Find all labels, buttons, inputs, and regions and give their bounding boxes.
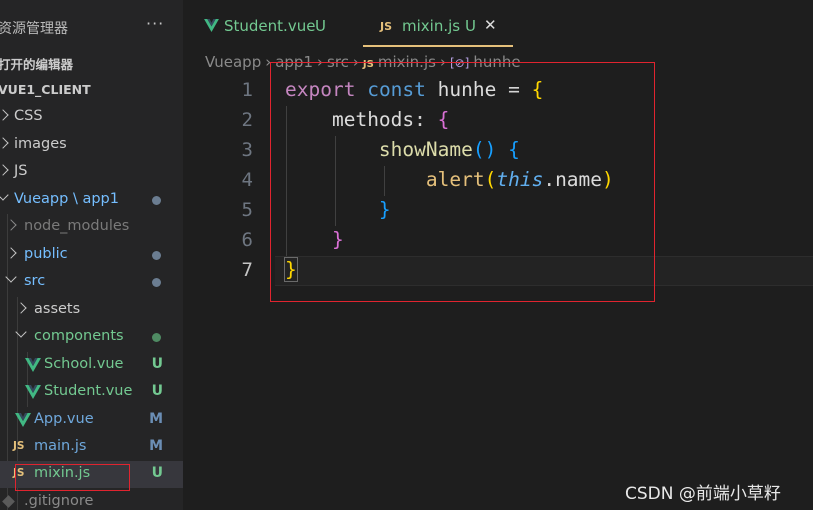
tree-item-label: components — [34, 328, 124, 344]
tab-mixin-js[interactable]: JS mixin.js U ✕ — [363, 0, 513, 48]
tree-item-components[interactable]: components — [0, 324, 183, 351]
tree-item-label: .gitignore — [24, 493, 94, 509]
tree-item-label: Student.vue — [44, 383, 133, 399]
active-tab-indicator — [363, 45, 513, 47]
tree-item-vueapp-app1[interactable]: Vueapp \ app1 — [0, 187, 183, 214]
line-number: 3 — [241, 139, 253, 161]
explorer-title: 资源管理器 — [0, 21, 68, 37]
project-section[interactable]: VUE1_CLIENT — [0, 76, 183, 103]
tree-item-label: main.js — [34, 438, 87, 454]
chevron-right-icon — [5, 219, 17, 231]
line-number: 2 — [241, 109, 253, 131]
tree-item-school-vue[interactable]: School.vue U — [0, 352, 183, 379]
watermark: CSDN @前端小草籽 — [625, 484, 781, 504]
tree-item-node-modules[interactable]: node_modules — [0, 214, 183, 241]
explorer-header: 资源管理器 ··· — [0, 14, 183, 38]
line-number: 4 — [241, 169, 253, 191]
tab-student-vue[interactable]: Student.vue U — [183, 0, 363, 48]
line-number: 5 — [241, 199, 253, 221]
tree-item-js[interactable]: JS — [0, 159, 183, 186]
line-number: 7 — [241, 259, 253, 281]
git-status-badge: U — [151, 383, 163, 399]
tab-git-badge: U — [315, 17, 326, 35]
chevron-right-icon — [15, 302, 27, 314]
chevron-right-icon — [5, 247, 17, 259]
tree-item-label: JS — [14, 163, 28, 179]
tree-item-label: public — [24, 246, 68, 262]
tree-item-assets[interactable]: assets — [0, 297, 183, 324]
tree-item-images[interactable]: images — [0, 132, 183, 159]
git-icon — [2, 495, 15, 508]
explorer-sidebar: 资源管理器 ··· 打开的编辑器 VUE1_CLIENT CSS images … — [0, 0, 183, 510]
editor-tab-bar: Student.vue U JS mixin.js U ✕ — [183, 0, 813, 48]
more-actions-icon[interactable]: ··· — [146, 14, 164, 33]
vue-icon — [15, 413, 31, 427]
tree-item-label: assets — [34, 301, 81, 317]
chevron-right-icon — [0, 137, 9, 149]
tree-item-label: images — [14, 136, 67, 152]
chevron-down-icon — [0, 189, 9, 201]
git-status-badge: U — [151, 465, 163, 481]
js-file-icon: JS — [13, 440, 25, 452]
tree-item-label: School.vue — [44, 356, 124, 372]
vue-icon — [204, 19, 219, 32]
tree-item-css[interactable]: CSS — [0, 104, 183, 131]
tab-label: mixin.js — [402, 17, 461, 35]
chevron-down-icon — [5, 271, 17, 283]
untracked-dot — [152, 333, 161, 342]
tree-item-app-vue[interactable]: App.vue M — [0, 407, 183, 434]
open-editors-section[interactable]: 打开的编辑器 — [0, 48, 183, 75]
tree-item-label: node_modules — [24, 218, 130, 234]
tree-item-label: src — [24, 273, 46, 289]
vue-icon — [25, 358, 41, 372]
chevron-right-icon — [0, 109, 9, 121]
modified-dot — [152, 251, 161, 260]
tree-item-gitignore[interactable]: .gitignore — [0, 489, 183, 510]
chevron-right-icon — [0, 164, 9, 176]
annotation-highlight-box — [15, 464, 130, 491]
tree-item-label: Vueapp \ app1 — [14, 191, 119, 207]
tree-item-label: CSS — [14, 108, 43, 124]
line-number: 1 — [241, 79, 253, 101]
git-status-badge: M — [149, 411, 163, 427]
tree-item-student-vue[interactable]: Student.vue U — [0, 379, 183, 406]
vue-icon — [25, 385, 41, 399]
modified-dot — [152, 196, 161, 205]
tree-item-main-js[interactable]: JS main.js M — [0, 434, 183, 461]
tree-item-label: App.vue — [34, 411, 94, 427]
tree-item-public[interactable]: public — [0, 242, 183, 269]
close-icon[interactable]: ✕ — [484, 16, 497, 34]
line-number: 6 — [241, 229, 253, 251]
code-annotation-box — [270, 62, 655, 302]
tab-label: Student.vue — [224, 17, 316, 35]
modified-dot — [152, 278, 161, 287]
chevron-down-icon — [15, 326, 27, 338]
project-label: VUE1_CLIENT — [0, 82, 91, 97]
git-status-badge: M — [149, 438, 163, 454]
tab-git-badge: U — [465, 17, 476, 35]
tree-item-src[interactable]: src — [0, 269, 183, 296]
open-editors-label: 打开的编辑器 — [0, 57, 74, 72]
breadcrumb-item[interactable]: Vueapp — [205, 53, 261, 71]
git-status-badge: U — [151, 356, 163, 372]
js-file-icon: JS — [380, 20, 393, 33]
